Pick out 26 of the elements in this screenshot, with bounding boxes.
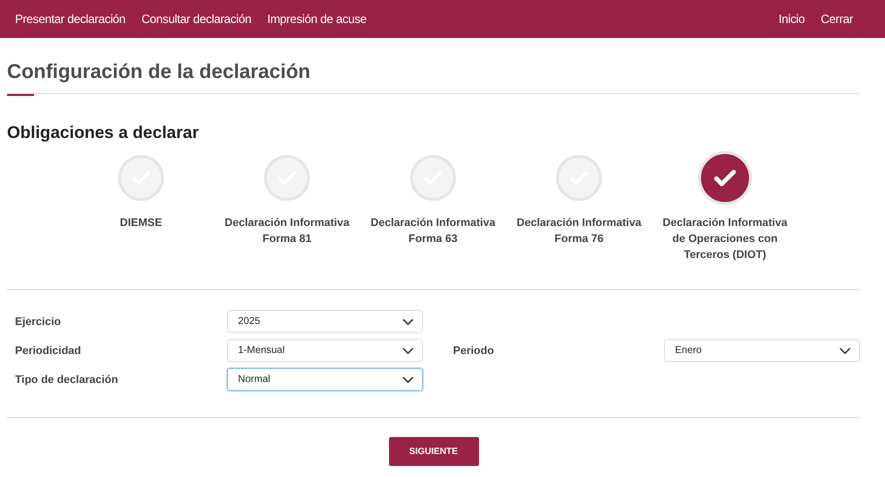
check-circle[interactable] — [264, 155, 310, 202]
section-title: Obligaciones a declarar — [7, 123, 200, 144]
title-accent-bar — [7, 93, 34, 96]
check-circle[interactable] — [118, 155, 164, 202]
obligation-label: DIEMSE — [118, 216, 164, 232]
dropdown[interactable]: Enero — [664, 339, 860, 362]
field-label: Periodicidad — [15, 344, 82, 359]
page-title: Configuración de la declaración — [7, 60, 312, 84]
field-label: Tipo de declaración — [15, 372, 120, 388]
obligation-label: Declaración Informativa Forma 63 — [370, 216, 496, 248]
nav-link[interactable]: Cerrar — [820, 10, 853, 28]
field-label: Periodo — [453, 344, 495, 359]
nav-link[interactable]: Presentar declaración — [15, 10, 126, 28]
nav-link[interactable]: Consultar declaración — [141, 10, 252, 28]
dropdown[interactable]: Normal — [227, 368, 423, 392]
dropdown[interactable]: 2025 — [227, 310, 423, 334]
check-circle[interactable] — [556, 155, 602, 202]
field-label: Ejercicio — [15, 314, 62, 330]
obligation-label: Declaración Informativa Forma 81 — [224, 216, 350, 248]
dropdown[interactable]: 1-Mensual — [227, 339, 423, 362]
nav-link[interactable]: Impresión de acuse — [267, 10, 367, 28]
obligation-label: Declaración Informativa de Operaciones con Terceros (DIOT) — [662, 216, 788, 264]
check-circle[interactable] — [410, 155, 456, 202]
nav-link[interactable]: Inicio — [778, 10, 805, 28]
next-button[interactable]: SIGUIENTE — [388, 437, 478, 466]
obligation-label: Declaración Informativa Forma 76 — [516, 216, 642, 248]
